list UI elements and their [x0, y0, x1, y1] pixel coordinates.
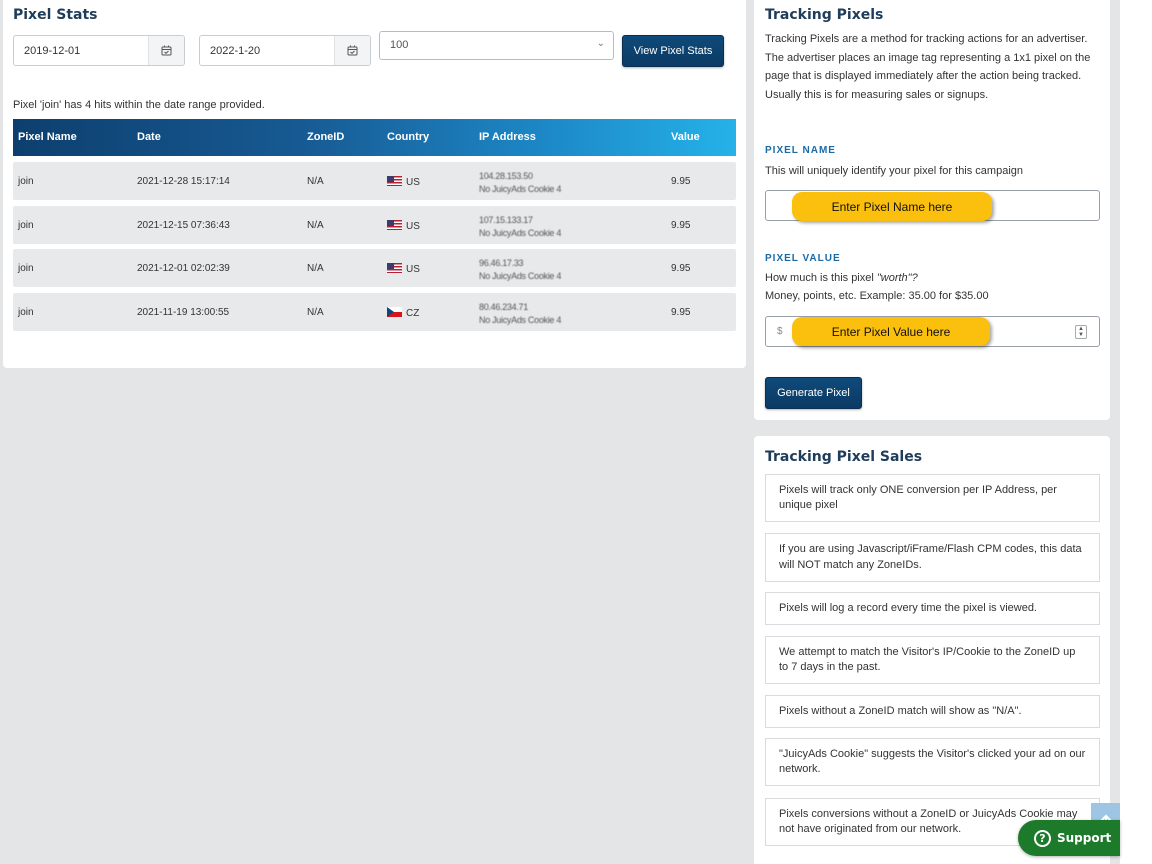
column-header[interactable]: ZoneID	[307, 131, 344, 143]
pixel-value-help: How much is this pixel "worth"? Money, po…	[765, 269, 989, 305]
cell-zoneid: N/A	[307, 176, 324, 187]
pixel-value-help-example: Money, points, etc. Example: 35.00 for $…	[765, 290, 989, 302]
calendar-icon[interactable]	[334, 36, 370, 65]
limit-select[interactable]: 100 ⌄	[379, 31, 614, 60]
pixel-stats-title: Pixel Stats	[13, 7, 98, 23]
calendar-icon[interactable]	[148, 36, 184, 65]
ip-address: 104.28.153.50	[479, 171, 533, 181]
country-code: US	[406, 177, 420, 188]
ip-source: No JuicyAds Cookie 4	[479, 184, 562, 194]
cz-flag-icon	[387, 307, 402, 317]
cell-date: 2021-12-28 15:17:14	[137, 176, 230, 187]
country-code: CZ	[406, 308, 420, 319]
tracking-description: Tracking Pixels are a method for trackin…	[765, 33, 1091, 102]
country-code: US	[406, 221, 420, 232]
ip-source: No JuicyAds Cookie 4	[479, 228, 562, 238]
cell-ip: 80.46.234.71 No JuicyAds Cookie 4	[479, 301, 561, 327]
tracking-pixels-panel: Tracking Pixels Tracking Pixels are a me…	[754, 0, 1110, 420]
table-row: join 2021-11-19 13:00:55 N/A CZ 80.46.23…	[13, 293, 736, 331]
start-date-input[interactable]: 2019-12-01	[13, 35, 185, 66]
end-date-input[interactable]: 2022-1-20	[199, 35, 371, 66]
sales-note: "JuicyAds Cookie" suggests the Visitor's…	[765, 738, 1100, 786]
cell-pixel-name: join	[18, 220, 34, 231]
table-row: join 2021-12-15 07:36:43 N/A US 107.15.1…	[13, 206, 736, 244]
stats-table-header: Pixel Name Date ZoneID Country IP Addres…	[13, 119, 736, 156]
table-row: join 2021-12-01 02:02:39 N/A US 96.46.17…	[13, 249, 736, 287]
cell-ip: 104.28.153.50 No JuicyAds Cookie 4	[479, 170, 561, 196]
cell-date: 2021-12-01 02:02:39	[137, 263, 230, 274]
cell-pixel-name: join	[18, 263, 34, 274]
cell-value: 9.95	[671, 220, 691, 231]
cell-date: 2021-12-15 07:36:43	[137, 220, 230, 231]
pixel-name-help: This will uniquely identify your pixel f…	[765, 165, 1024, 177]
cell-pixel-name: join	[18, 307, 34, 318]
pixel-name-callout: Enter Pixel Name here	[792, 192, 992, 221]
table-row: join 2021-12-28 15:17:14 N/A US 104.28.1…	[13, 162, 736, 200]
sales-note: Pixels will log a record every time the …	[765, 592, 1100, 625]
cell-zoneid: N/A	[307, 263, 324, 274]
tracking-pixel-sales-panel: Tracking Pixel Sales Pixels will track o…	[754, 436, 1110, 864]
pixel-value-callout: Enter Pixel Value here	[792, 317, 990, 346]
ip-address: 96.46.17.33	[479, 258, 524, 268]
pixel-value-label: PIXEL VALUE	[765, 253, 841, 264]
cell-country: US	[387, 263, 420, 275]
cell-zoneid: N/A	[307, 307, 324, 318]
tracking-pixels-title: Tracking Pixels	[765, 7, 884, 23]
column-header[interactable]: Value	[671, 131, 700, 143]
number-spinner-icon[interactable]: ▲ ▼	[1075, 325, 1087, 339]
us-flag-icon	[387, 263, 402, 273]
view-pixel-stats-button[interactable]: View Pixel Stats	[622, 35, 724, 67]
cell-value: 9.95	[671, 176, 691, 187]
sales-note: We attempt to match the Visitor's IP/Coo…	[765, 636, 1100, 684]
cell-date: 2021-11-19 13:00:55	[137, 307, 230, 318]
us-flag-icon	[387, 220, 402, 230]
cell-country: US	[387, 220, 420, 232]
us-flag-icon	[387, 176, 402, 186]
hits-info: Pixel 'join' has 4 hits within the date …	[13, 99, 265, 111]
column-header[interactable]: Country	[387, 131, 429, 143]
column-header[interactable]: Pixel Name	[18, 131, 77, 143]
end-date-value[interactable]: 2022-1-20	[200, 36, 334, 65]
column-header[interactable]: IP Address	[479, 131, 536, 143]
sales-title: Tracking Pixel Sales	[765, 449, 923, 465]
ip-source: No JuicyAds Cookie 4	[479, 271, 562, 281]
chevron-down-icon: ⌄	[596, 38, 605, 49]
ip-source: No JuicyAds Cookie 4	[479, 315, 562, 325]
worth-text: "worth"?	[876, 272, 918, 284]
cell-value: 9.95	[671, 263, 691, 274]
cell-ip: 107.15.133.17 No JuicyAds Cookie 4	[479, 214, 561, 240]
column-header[interactable]: Date	[137, 131, 161, 143]
currency-symbol: $	[777, 326, 783, 337]
ip-address: 80.46.234.71	[479, 302, 528, 312]
cell-country: CZ	[387, 307, 419, 319]
pixel-value-help-text: How much is this pixel	[765, 272, 877, 284]
sales-note: If you are using Javascript/iFrame/Flash…	[765, 533, 1100, 582]
pixel-name-label: PIXEL NAME	[765, 145, 836, 156]
sales-note: Pixels without a ZoneID match will show …	[765, 695, 1100, 728]
cell-value: 9.95	[671, 307, 691, 318]
cell-country: US	[387, 176, 420, 188]
country-code: US	[406, 264, 420, 275]
question-circle-icon: ?	[1034, 829, 1051, 847]
cell-ip: 96.46.17.33 No JuicyAds Cookie 4	[479, 257, 561, 283]
support-label: Support	[1057, 831, 1112, 845]
cell-pixel-name: join	[18, 176, 34, 187]
sales-note: Pixels will track only ONE conversion pe…	[765, 474, 1100, 522]
generate-pixel-button[interactable]: Generate Pixel	[765, 377, 862, 409]
start-date-value[interactable]: 2019-12-01	[14, 36, 148, 65]
ip-address: 107.15.133.17	[479, 215, 533, 225]
limit-select-value: 100	[390, 39, 409, 51]
cell-zoneid: N/A	[307, 220, 324, 231]
support-button[interactable]: ? Support	[1018, 820, 1120, 856]
scroll-strip	[1120, 0, 1152, 864]
